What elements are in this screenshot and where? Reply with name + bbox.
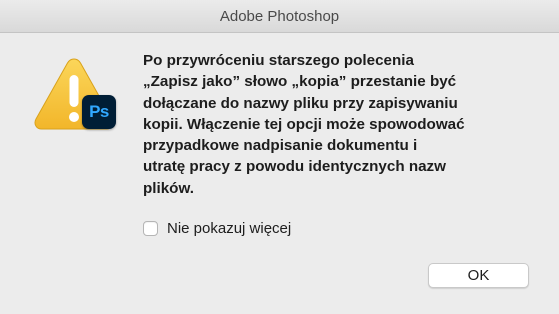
photoshop-app-icon: Ps [82,95,116,129]
dont-show-again-checkbox[interactable] [143,220,158,236]
exclamation-dot [69,112,79,122]
alert-icon-group: Ps [34,57,118,137]
alert-dialog: Adobe Photoshop Ps Po przywróceniu stars… [0,0,559,314]
photoshop-icon-label: Ps [89,102,109,121]
window-title: Adobe Photoshop [219,8,340,25]
exclamation-bar [69,75,79,107]
ok-button[interactable]: OK [428,263,529,288]
dont-show-again-label[interactable]: Nie pokazuj więcej [167,220,291,237]
title-bar[interactable]: Adobe Photoshop [0,0,559,33]
dont-show-again-row[interactable]: Nie pokazuj więcej [143,219,291,237]
alert-message: Po przywróceniu starszego polecenia „Zap… [143,52,465,197]
